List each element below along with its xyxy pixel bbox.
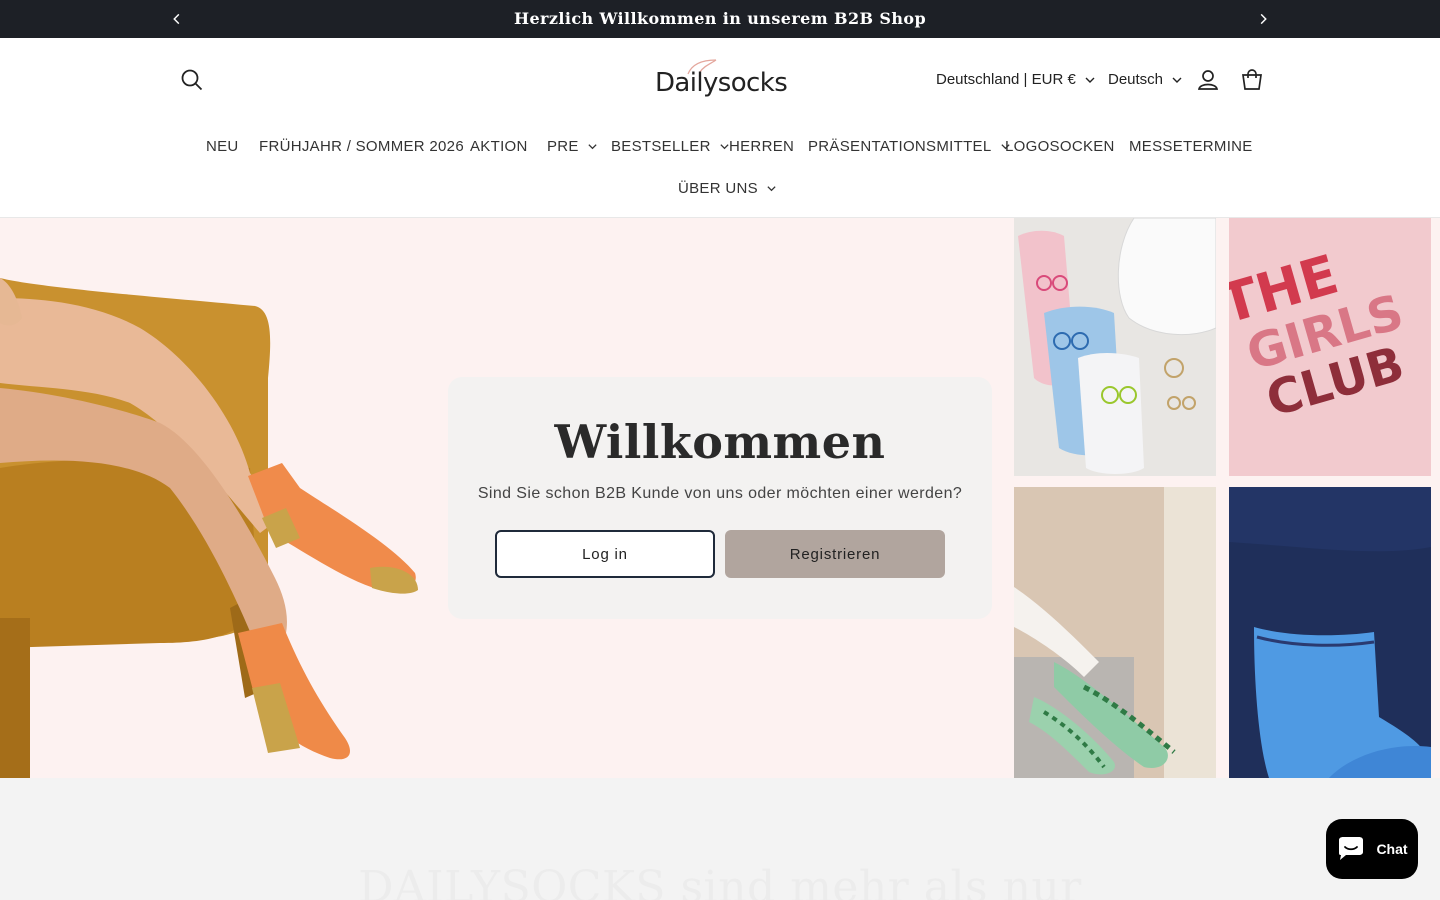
nav-item-herren[interactable]: HERREN (729, 138, 794, 155)
language-selector[interactable]: Deutsch (1108, 71, 1183, 88)
about-heading: DAILYSOCKS sind mehr als nur (358, 862, 1082, 900)
nav-item-pre[interactable]: PRE (547, 138, 598, 155)
account-icon[interactable] (1194, 66, 1222, 94)
announcement-text: Herzlich Willkommen in unserem B2B Shop (513, 9, 927, 28)
register-button[interactable]: Registrieren (725, 530, 945, 578)
armchair-legs-socks-image (0, 278, 418, 778)
welcome-subtitle: Sind Sie schon B2B Kunde von uns oder mö… (477, 485, 963, 502)
welcome-title: Willkommen (554, 415, 886, 469)
language-selector-label: Deutsch (1108, 71, 1164, 88)
nav-item-aktion[interactable]: AKTION (470, 138, 528, 155)
about-section: DAILYSOCKS sind mehr als nur (0, 778, 1440, 900)
bicycle-socks-image (1014, 218, 1216, 476)
nav-item-ueber-uns[interactable]: ÜBER UNS (678, 180, 777, 197)
nav-item-praesentationsmittel[interactable]: PRÄSENTATIONSMITTEL (808, 138, 1011, 155)
search-icon[interactable] (178, 66, 206, 94)
nav-item-label: NEU (206, 138, 239, 155)
blue-glitter-socks-image (1229, 487, 1431, 778)
nav-item-label: BESTSELLER (611, 138, 711, 155)
login-button[interactable]: Log in (495, 530, 715, 578)
nav-item-messetermine[interactable]: MESSETERMINE (1129, 138, 1253, 155)
announcement-bar: Herzlich Willkommen in unserem B2B Shop (0, 0, 1440, 38)
nav-item-label: MESSETERMINE (1129, 138, 1253, 155)
nav-item-label: LOGOSOCKEN (1005, 138, 1115, 155)
chat-bubble-icon (1339, 837, 1364, 860)
nav-item-label: AKTION (470, 138, 528, 155)
site-header: Dailysocks Deutschland | EUR € Deutsch N… (0, 38, 1440, 218)
nav-item-logosocken[interactable]: LOGOSOCKEN (1005, 138, 1115, 155)
the-girls-club-socks-image: THE GIRLS CLUB (1229, 218, 1431, 476)
leaf-pattern-socks-image (1014, 487, 1216, 778)
country-currency-selector[interactable]: Deutschland | EUR € (936, 71, 1096, 88)
chevron-down-icon (767, 186, 776, 192)
logo-text: Dailysocks (655, 68, 788, 98)
chat-label: Chat (1376, 841, 1408, 857)
chevron-down-icon (1172, 77, 1182, 83)
nav-item-label: HERREN (729, 138, 795, 155)
country-selector-label: Deutschland | EUR € (936, 71, 1076, 88)
nav-item-bestseller[interactable]: BESTSELLER (611, 138, 730, 155)
nav-item-label: ÜBER UNS (678, 180, 758, 197)
nav-item-fruehjahr-sommer[interactable]: FRÜHJAHR / SOMMER 2026 (259, 138, 464, 155)
nav-item-label: PRÄSENTATIONSMITTEL (808, 138, 992, 155)
chevron-down-icon (1085, 77, 1095, 83)
welcome-card: Willkommen Sind Sie schon B2B Kunde von … (448, 377, 992, 619)
chevron-right-icon[interactable] (1252, 8, 1274, 30)
nav-item-label: PRE (547, 138, 579, 155)
nav-item-neu[interactable]: NEU (206, 138, 239, 155)
nav-item-label: FRÜHJAHR / SOMMER 2026 (259, 138, 464, 155)
cart-icon[interactable] (1238, 66, 1266, 94)
hero-banner: THE GIRLS CLUB Willkommen Sind Sie schon… (0, 218, 1440, 778)
chevron-down-icon (588, 144, 597, 150)
chat-button[interactable]: Chat (1326, 819, 1418, 879)
site-logo[interactable]: Dailysocks (650, 54, 790, 104)
